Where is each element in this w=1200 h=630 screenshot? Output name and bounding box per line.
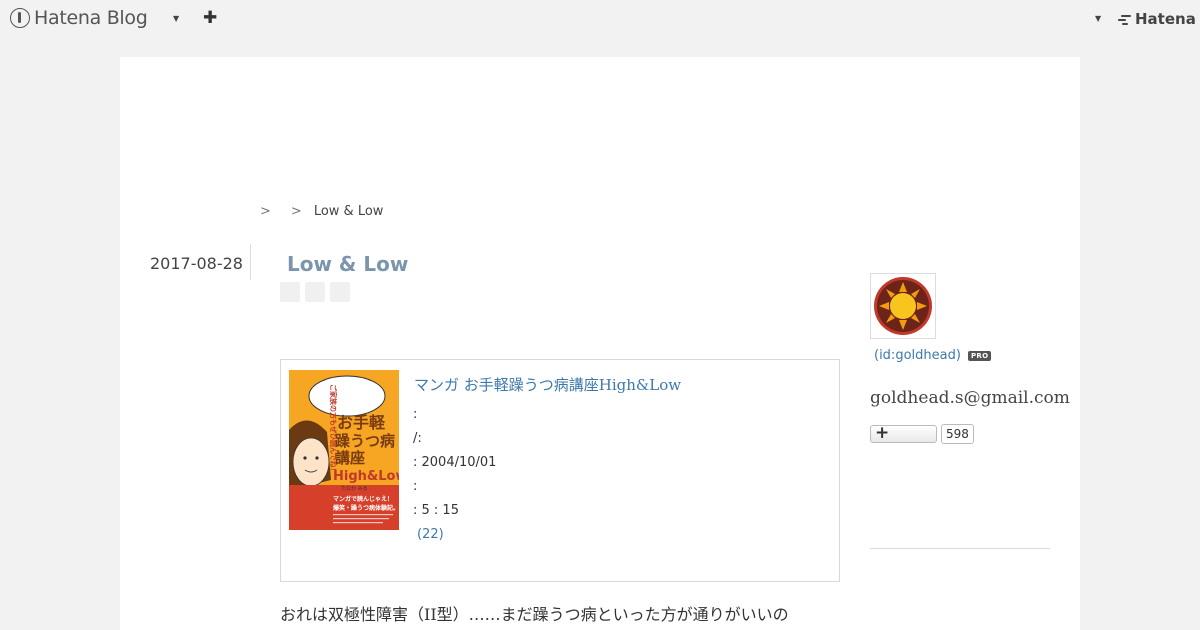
plus-icon: + [875,423,890,443]
book-cover-illustration: ご家族の方もぜひ読んでね！ お手軽 躁うつ病 講座 High&Low たなか み… [289,370,399,530]
product-release-date: : 2004/10/01 [413,455,497,470]
sun-avatar-icon [874,277,932,335]
cover-author: たなか みる [341,485,368,492]
new-entry-plus-icon[interactable]: ✚ [203,8,217,28]
cover-title-en: High&Low [333,469,399,484]
hatena-link[interactable]: Hatena [1118,10,1196,28]
product-info-row: : 5 : 15 [413,503,459,518]
blog-menu-caret-down-icon[interactable]: ▼ [173,14,179,23]
follower-count[interactable]: 598 [941,424,974,444]
pro-badge: PRO [968,351,992,361]
avatar[interactable] [870,273,936,339]
hatena-brand-label: Hatena [1135,10,1196,28]
share-button[interactable] [280,282,300,302]
entry-title[interactable]: Low & Low [287,252,408,276]
cover-title-line-3: 講座 [335,449,365,467]
breadcrumb-separator: > [290,204,302,219]
product-title-link[interactable]: マンガ お手軽躁うつ病講座High&Low [414,374,681,395]
entry-body-text: おれは双極性障害（II型）……まだ躁うつ病といった方が通りがいいの [280,605,789,624]
entry-date[interactable]: 2017-08-28 [150,254,243,273]
date-divider [250,244,251,280]
breadcrumb-current: Low & Low [313,204,384,219]
hatena-blog-logo-icon [10,8,30,28]
follow-button[interactable]: + [870,423,937,443]
user-menu-caret-down-icon[interactable]: ▼ [1095,14,1101,23]
product-info-row: /: [413,431,422,446]
hatena-blog-logo[interactable]: Hatena Blog [10,7,148,29]
cover-title-line-1: お手軽 [337,413,386,432]
sidebar-divider [870,548,1050,549]
product-info-row: : [413,479,418,494]
cover-title-line-2: 躁うつ病 [335,432,395,450]
breadcrumb: > > Low & Low [260,204,383,219]
share-button[interactable] [305,282,325,302]
product-box: ご家族の方もぜひ読んでね！ お手軽 躁うつ病 講座 High&Low たなか み… [280,359,840,582]
profile-id-link[interactable]: (id:goldhead) [874,348,961,363]
cover-tagline-2: 爆笑・躁うつ病体験記。 [333,504,399,512]
brand-label: Hatena Blog [34,7,148,29]
cover-tagline-1: マンガで読んじゃえ！ [333,495,393,503]
profile-email: goldhead.s@gmail.com [870,388,1070,408]
product-info-row: : [413,407,418,422]
book-cover-image[interactable]: ご家族の方もぜひ読んでね！ お手軽 躁うつ病 講座 High&Low たなか み… [289,370,399,530]
hatena-mark-icon [1118,13,1132,25]
share-button[interactable] [330,282,350,302]
breadcrumb-separator: > [260,204,271,219]
product-reviews-link[interactable]: (22) [417,527,444,542]
global-header: Hatena Blog ▼ ✚ ▼ Hatena [0,0,1200,38]
